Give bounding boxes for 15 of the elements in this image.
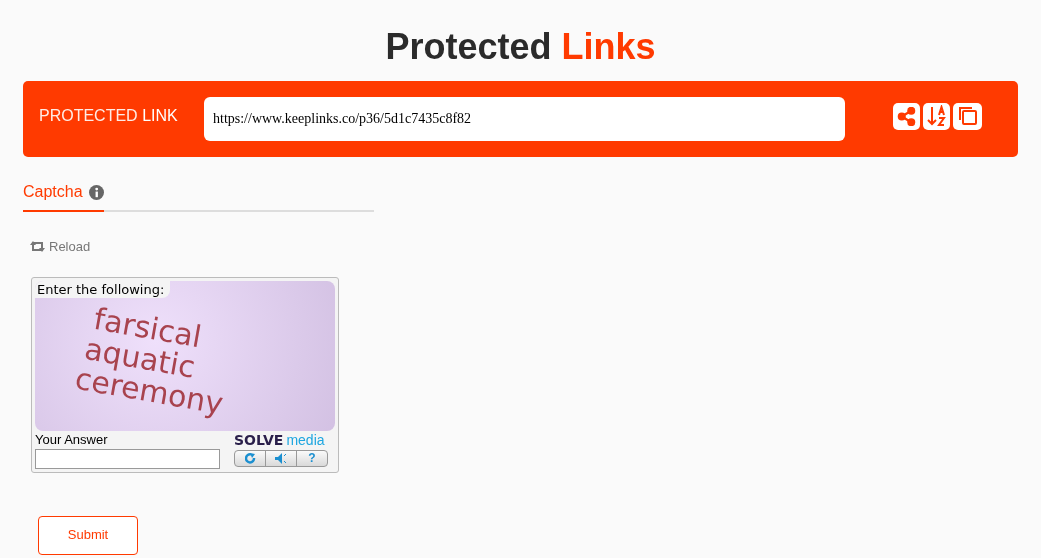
captcha-tab[interactable]: Captcha [23, 180, 83, 204]
answer-label: Your Answer [35, 431, 109, 447]
page-title: Protected Links [385, 26, 656, 68]
submit-button[interactable]: Submit [38, 515, 138, 555]
captcha-prompt: Enter the following: [35, 280, 171, 298]
reload-link[interactable]: Reload [49, 237, 91, 257]
share-icon[interactable] [893, 102, 920, 130]
answer-field[interactable] [35, 448, 220, 469]
sort-az-icon[interactable] [923, 102, 950, 130]
url-field[interactable]: https://www.keeplinks.co/p36/5d1c7435c8f82 [204, 97, 845, 141]
bar-label: PROTECTED LINK [39, 106, 179, 126]
info-icon[interactable] [88, 184, 104, 200]
copy-icon[interactable] [953, 102, 982, 130]
reload-icon[interactable] [30, 241, 45, 253]
solvemedia-logo: SOLVE media [234, 431, 326, 448]
